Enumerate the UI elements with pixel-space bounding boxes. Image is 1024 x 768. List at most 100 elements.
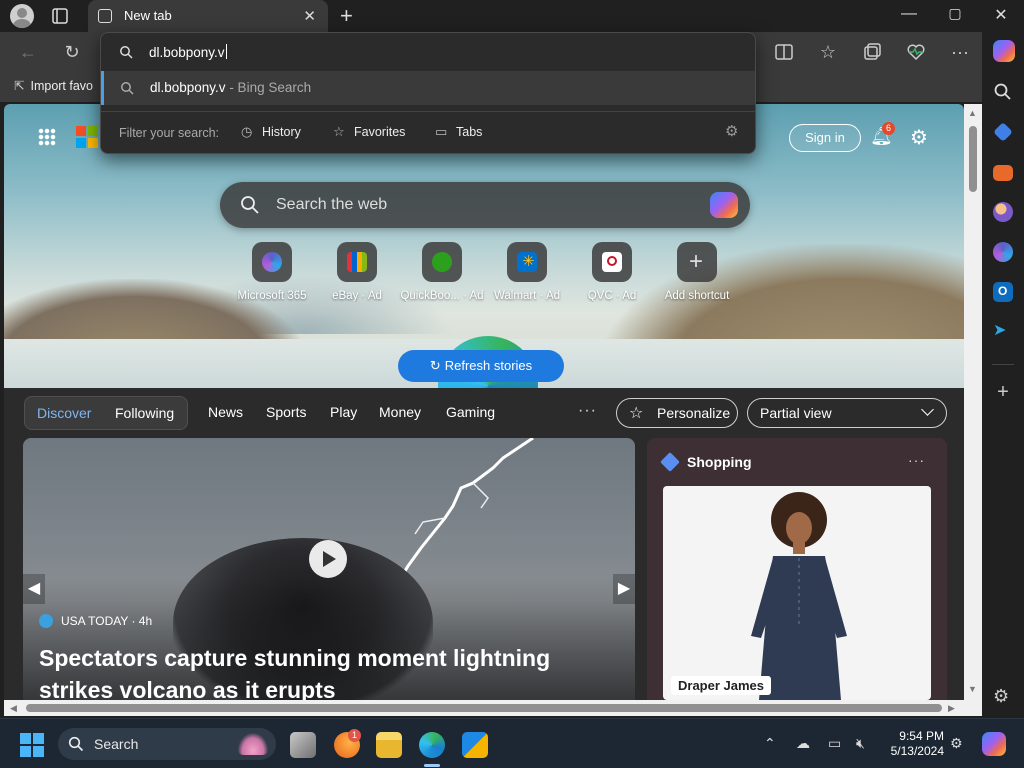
page-settings-gear-icon[interactable]: ⚙ — [910, 125, 928, 150]
new-tab-page: Sign in 🔔︎ 6 ⚙ Search the web Microsoft … — [4, 104, 964, 700]
history-icon: ◷ — [241, 124, 253, 139]
system-clock[interactable]: 9:54 PM 5/13/2024 — [884, 729, 944, 759]
microsoft-365-icon — [262, 252, 282, 272]
notification-bell-icon[interactable]: ⚙ — [950, 735, 963, 752]
microsoft-365-icon[interactable] — [993, 242, 1013, 262]
notification-badge: 1 — [348, 729, 361, 742]
windows-taskbar: Search 1 ⌃ ☁ ▭ 🔇︎ 9:54 PM 5/13/2024 ⚙ — [0, 718, 1024, 768]
nav-money[interactable]: Money — [379, 404, 421, 420]
split-screen-icon[interactable] — [772, 40, 796, 64]
minimize-button[interactable]: — — [894, 5, 924, 23]
copilot-icon[interactable] — [710, 192, 738, 218]
active-tab[interactable]: New tab ✕ — [88, 0, 328, 32]
filter-history-button[interactable]: ◷ History — [241, 124, 301, 140]
shortcut-microsoft-365[interactable]: Microsoft 365 — [227, 242, 317, 302]
close-window-button[interactable]: ✕ — [986, 5, 1016, 25]
add-sidebar-app-icon[interactable]: + — [993, 382, 1013, 402]
discover-tab[interactable]: Discover — [37, 405, 91, 421]
import-favorites-link[interactable]: ⇱ Import favo — [14, 78, 93, 93]
horizontal-scroll-thumb[interactable] — [26, 704, 942, 712]
more-categories-button[interactable]: ··· — [578, 402, 597, 420]
shopping-title: Shopping — [687, 454, 752, 470]
filter-favorites-button[interactable]: ☆ Favorites — [333, 124, 405, 140]
view-dropdown[interactable]: Partial view — [747, 398, 947, 428]
taskbar-search-box[interactable]: Search — [58, 728, 276, 760]
send-drop-icon[interactable]: ➤ — [993, 320, 1013, 340]
volume-muted-icon[interactable]: 🔇︎ — [856, 735, 865, 752]
new-tab-button[interactable]: + — [340, 3, 353, 29]
close-tab-icon[interactable]: ✕ — [303, 7, 316, 25]
shopping-more-button[interactable]: ··· — [908, 452, 925, 468]
gear-icon[interactable]: ⚙ — [725, 122, 738, 140]
copilot-icon[interactable] — [993, 40, 1015, 62]
collections-icon[interactable] — [860, 40, 884, 64]
following-tab[interactable]: Following — [115, 405, 174, 421]
search-suggestion[interactable]: dl.bobpony.v - Bing Search — [101, 71, 755, 105]
shopping-tag-icon[interactable] — [993, 122, 1013, 142]
app-launcher-icon[interactable] — [38, 128, 56, 146]
edge-taskbar-icon[interactable] — [419, 732, 445, 758]
shortcut-walmart[interactable]: ✳ Walmart · Ad — [482, 242, 572, 302]
play-video-icon[interactable] — [309, 540, 347, 578]
favorites-icon[interactable]: ☆ — [816, 40, 840, 64]
shortcut-label: Add shortcut — [664, 290, 730, 302]
microsoft-store-icon[interactable] — [462, 732, 488, 758]
copilot-pre-icon[interactable] — [982, 732, 1006, 756]
shopping-card[interactable]: Shopping ··· Draper James — [647, 438, 947, 700]
settings-more-icon[interactable]: ··· — [948, 40, 972, 64]
suggestion-text: dl.bobpony.v — [150, 80, 226, 95]
personalize-button[interactable]: ☆ Personalize — [616, 398, 738, 428]
sparkle-star-icon: ☆ — [629, 405, 644, 422]
add-shortcut-button[interactable]: + Add shortcut — [652, 242, 742, 302]
search-icon — [120, 46, 133, 59]
vertical-scroll-thumb[interactable] — [969, 126, 977, 192]
horizontal-scrollbar[interactable]: ◀ ▶ — [4, 700, 964, 716]
start-button[interactable] — [20, 733, 44, 757]
ebay-icon — [347, 252, 367, 272]
task-view-icon[interactable] — [290, 732, 316, 758]
network-off-icon[interactable]: ☁ — [796, 735, 810, 752]
product-image[interactable]: Draper James — [663, 486, 931, 700]
shortcut-tile: + — [677, 242, 717, 282]
scroll-right-icon[interactable]: ▶ — [948, 703, 955, 714]
previous-story-icon[interactable]: ◀ — [23, 574, 45, 604]
shortcut-qvc[interactable]: QVC · Ad — [567, 242, 657, 302]
shortcut-tile: ✳ — [507, 242, 547, 282]
back-icon[interactable]: ← — [16, 40, 40, 64]
file-explorer-icon[interactable] — [376, 732, 402, 758]
usa-today-logo — [39, 614, 53, 628]
top-story-card[interactable]: ◀ ▶ USA TODAY · 4h Spectators capture st… — [23, 438, 635, 700]
scroll-up-icon[interactable]: ▲ — [968, 108, 977, 118]
sign-in-button[interactable]: Sign in — [789, 124, 861, 152]
refresh-stories-button[interactable]: ↻ Refresh stories — [398, 350, 564, 382]
shortcut-ebay[interactable]: eBay · Ad — [312, 242, 402, 302]
outlook-icon[interactable]: O — [993, 282, 1013, 302]
feed-toggle: Discover Following — [24, 396, 188, 430]
suggestion-provider: - Bing Search — [225, 80, 312, 95]
scroll-down-icon[interactable]: ▼ — [968, 684, 977, 694]
story-source: USA TODAY · 4h — [39, 614, 152, 628]
vertical-scrollbar[interactable]: ▲ ▼ — [964, 104, 982, 700]
next-story-icon[interactable]: ▶ — [613, 574, 635, 604]
games-icon[interactable] — [993, 202, 1013, 222]
nav-gaming[interactable]: Gaming — [446, 404, 495, 420]
search-icon[interactable] — [993, 82, 1013, 102]
sidebar-settings-gear-icon[interactable]: ⚙ — [993, 686, 1013, 706]
tab-actions-icon[interactable] — [50, 6, 70, 26]
shortcut-quickbooks[interactable]: QuickBoo... · Ad — [397, 242, 487, 302]
profile-avatar[interactable] — [10, 4, 34, 28]
show-hidden-icons-chevron-icon[interactable]: ⌃ — [764, 735, 776, 752]
maximize-button[interactable]: ▢ — [940, 5, 970, 22]
nav-play[interactable]: Play — [330, 404, 357, 420]
filter-tabs-button[interactable]: ▭ Tabs — [435, 124, 482, 140]
story-headline[interactable]: Spectators capture stunning moment light… — [39, 642, 599, 700]
nav-news[interactable]: News — [208, 404, 243, 420]
address-bar-input[interactable]: dl.bobpony.v — [101, 33, 755, 71]
browser-essentials-icon[interactable] — [904, 40, 928, 64]
tools-briefcase-icon[interactable] — [993, 165, 1013, 181]
display-icon[interactable]: ▭ — [828, 735, 841, 752]
refresh-icon[interactable]: ↻ — [60, 40, 84, 64]
nav-sports[interactable]: Sports — [266, 404, 306, 420]
web-search-box[interactable]: Search the web — [220, 182, 750, 228]
scroll-left-icon[interactable]: ◀ — [10, 703, 17, 714]
